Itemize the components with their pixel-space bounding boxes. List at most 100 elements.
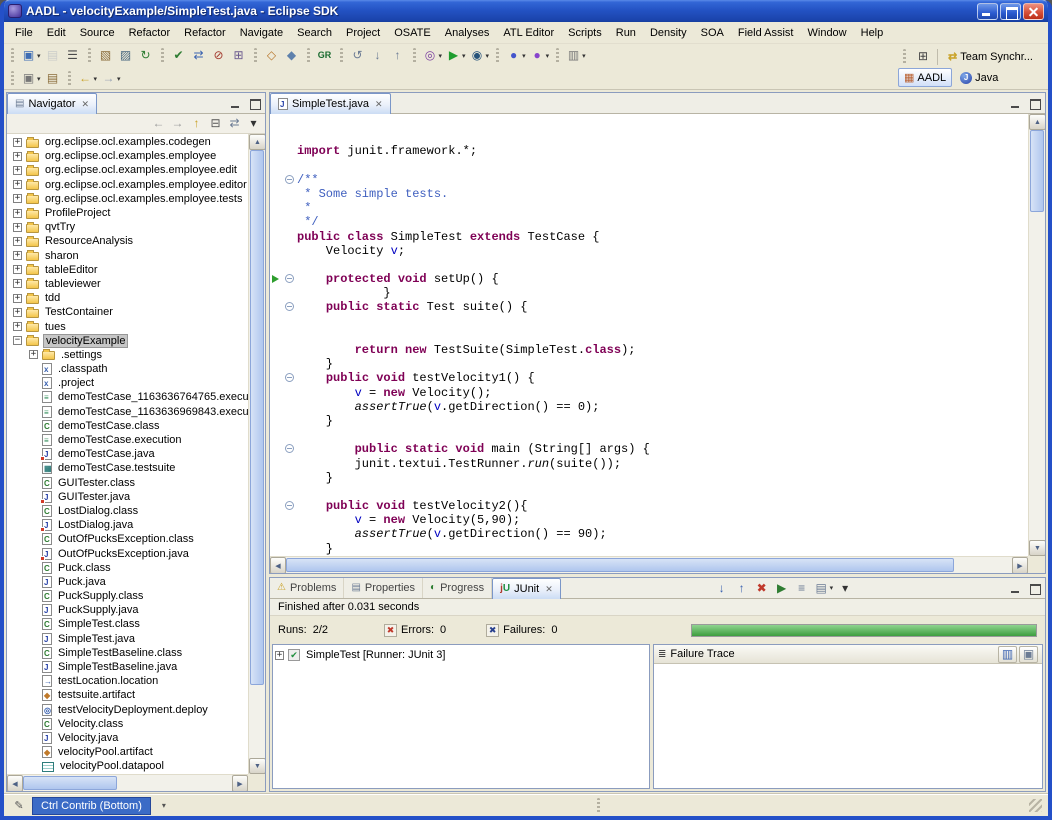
save-button[interactable]: ▤	[43, 46, 63, 66]
tree-item-tableviewer[interactable]: +tableviewer	[7, 277, 248, 291]
tree-item-pucksupply-class[interactable]: CPuckSupply.class	[7, 589, 248, 603]
menu-analyses[interactable]: Analyses	[438, 24, 497, 42]
tree-item-demotestcase-class[interactable]: CdemoTestCase.class	[7, 419, 248, 433]
tree-item-outofpucksexception-class[interactable]: COutOfPucksException.class	[7, 532, 248, 546]
tree-item-demotestcase-execution[interactable]: ≡demoTestCase.execution	[7, 433, 248, 447]
tree-item-lostdialog-java[interactable]: JLostDialog.java	[7, 518, 248, 532]
fold-collapse-icon[interactable]	[285, 302, 294, 311]
menu-navigate[interactable]: Navigate	[233, 24, 290, 42]
menu-atl-editor[interactable]: ATL Editor	[496, 24, 561, 42]
aadl-perspective-button[interactable]: ▦ AADL	[898, 68, 952, 87]
tree-item-resourceanalysis[interactable]: +ResourceAnalysis	[7, 234, 248, 248]
close-navigator-tab-icon[interactable]: ✕	[82, 99, 90, 110]
tree-item-simpletestbaseline-class[interactable]: CSimpleTestBaseline.class	[7, 646, 248, 660]
contrib-menu-icon[interactable]: ▾	[155, 798, 173, 814]
minimize-editor-button[interactable]	[1006, 96, 1024, 111]
tree-item-velocity-class[interactable]: CVelocity.class	[7, 717, 248, 731]
scroll-up-button[interactable]: ▲	[1029, 114, 1045, 130]
external-tools-button[interactable]: ◎▾	[421, 46, 445, 66]
ocl-console-dropdown-icon[interactable]: ▾	[522, 52, 526, 60]
window-minimize-button[interactable]	[977, 3, 998, 20]
next-annotation-button[interactable]: ↓	[368, 46, 388, 66]
code-area[interactable]: import junit.framework.*;/** * Some simp…	[270, 114, 1028, 556]
run-button[interactable]: ▶▾	[444, 46, 468, 66]
navigator-vertical-scrollbar[interactable]: ▲ ▼	[248, 134, 265, 774]
atl-console-button[interactable]: ●▾	[528, 46, 552, 66]
new-wizard-button[interactable]: ▣▾	[19, 46, 43, 66]
tree-item-demotestcase-1163636764765-execution[interactable]: ≡demoTestCase_1163636764765.execution	[7, 390, 248, 404]
tree-item-org-eclipse-ocl-examples-employee-editor[interactable]: +org.eclipse.ocl.examples.employee.edito…	[7, 178, 248, 192]
menu-search[interactable]: Search	[290, 24, 339, 42]
tree-item-testsuite-artifact[interactable]: ◆testsuite.artifact	[7, 688, 248, 702]
tree-expander-icon[interactable]: +	[13, 322, 22, 331]
test-item-simpletest[interactable]: + ✔ SimpleTest [Runner: JUnit 3]	[275, 647, 647, 663]
menu-project[interactable]: Project	[339, 24, 387, 42]
toggle-mark-occurrences-dropdown-icon[interactable]: ▾	[37, 75, 41, 83]
tree-item-simpletest-class[interactable]: CSimpleTest.class	[7, 617, 248, 631]
menu-density[interactable]: Density	[643, 24, 694, 42]
collapse-all-button[interactable]: ⊟	[206, 115, 225, 133]
tree-item-puck-class[interactable]: CPuck.class	[7, 561, 248, 575]
menu-file[interactable]: File	[8, 24, 40, 42]
tree-item-velocitypool-datapool[interactable]: velocityPool.datapool	[7, 759, 248, 773]
java-perspective-button[interactable]: J Java	[954, 69, 1004, 87]
check-semantics-button[interactable]: ✔	[169, 46, 189, 66]
tree-expander-icon[interactable]: +	[13, 251, 22, 260]
new-wizard-dropdown-icon[interactable]: ▾	[37, 52, 41, 60]
menu-run[interactable]: Run	[609, 24, 643, 42]
back-button[interactable]: ←▾	[76, 69, 100, 89]
tree-expander-icon[interactable]: +	[13, 279, 22, 288]
tree-expander-icon[interactable]: +	[13, 166, 22, 175]
fast-view-icon[interactable]: ✎	[10, 798, 28, 814]
clear-console-button[interactable]: ▤	[43, 69, 63, 89]
window-maximize-button[interactable]	[1000, 3, 1021, 20]
scheduling-analysis-button[interactable]: ⊞	[229, 46, 249, 66]
external-tools-dropdown-icon[interactable]: ▾	[439, 52, 443, 60]
tree-item-puck-java[interactable]: JPuck.java	[7, 575, 248, 589]
print-button[interactable]: ☰	[63, 46, 83, 66]
show-previous-failed-test-button[interactable]: ↑	[732, 579, 752, 597]
tab-junit[interactable]: jUJUnit✕	[492, 578, 561, 599]
resize-grip[interactable]	[1029, 799, 1042, 812]
scrollbar-thumb[interactable]	[1030, 130, 1044, 212]
tree-expander-icon[interactable]: +	[13, 308, 22, 317]
tree-item-org-eclipse-ocl-examples-employee-edit[interactable]: +org.eclipse.ocl.examples.employee.edit	[7, 163, 248, 177]
tree-item-testlocation-location[interactable]: →testLocation.location	[7, 674, 248, 688]
tree-expander-icon[interactable]: +	[13, 152, 22, 161]
scroll-down-button[interactable]: ▼	[1029, 540, 1045, 556]
scroll-down-button[interactable]: ▼	[249, 758, 265, 774]
up-one-level-button[interactable]: ↑	[187, 115, 206, 133]
tree-expander-icon[interactable]: +	[13, 138, 22, 147]
menu-edit[interactable]: Edit	[40, 24, 73, 42]
scroll-up-button[interactable]: ▲	[249, 134, 265, 150]
tree-expander-icon[interactable]: −	[13, 336, 22, 345]
tree-item-org-eclipse-ocl-examples-codegen[interactable]: +org.eclipse.ocl.examples.codegen	[7, 135, 248, 149]
failure-trace-content[interactable]	[654, 664, 1042, 788]
menu-refactor[interactable]: Refactor	[177, 24, 233, 42]
close-tab-icon[interactable]: ✕	[545, 584, 553, 595]
tree-item-tableeditor[interactable]: +tableEditor	[7, 263, 248, 277]
tree-item-sharon[interactable]: +sharon	[7, 249, 248, 263]
tree-item-pucksupply-java[interactable]: JPuckSupply.java	[7, 603, 248, 617]
open-type-button[interactable]: ◇	[262, 46, 282, 66]
back-history-button[interactable]: ←	[149, 115, 168, 133]
junit-view-menu-button[interactable]: ▾	[835, 579, 855, 597]
show-next-failed-test-button[interactable]: ↓	[712, 579, 732, 597]
stop-junit-test-run-button[interactable]: ✖	[752, 579, 772, 597]
tree-item-profileproject[interactable]: +ProfileProject	[7, 206, 248, 220]
tree-item-testvelocitydeployment-deploy[interactable]: ◎testVelocityDeployment.deploy	[7, 703, 248, 717]
fold-collapse-icon[interactable]	[285, 501, 294, 510]
previous-annotation-button[interactable]: ↑	[388, 46, 408, 66]
menu-help[interactable]: Help	[854, 24, 891, 42]
ocl-console-button[interactable]: ●▾	[504, 46, 528, 66]
maximize-editor-button[interactable]	[1025, 96, 1043, 111]
tree-expander-icon[interactable]: +	[13, 294, 22, 303]
tree-item-demotestcase-java[interactable]: JdemoTestCase.java	[7, 447, 248, 461]
tree-item-velocitypool-artifact[interactable]: ◆velocityPool.artifact	[7, 745, 248, 759]
tree-expander-icon[interactable]: +	[13, 237, 22, 246]
scroll-lock-button[interactable]: ≡	[792, 579, 812, 597]
scroll-left-button[interactable]: ◀	[270, 557, 286, 573]
fold-collapse-icon[interactable]	[285, 175, 294, 184]
tree-item-testcontainer[interactable]: +TestContainer	[7, 305, 248, 319]
scrollbar-thumb[interactable]	[23, 776, 117, 790]
